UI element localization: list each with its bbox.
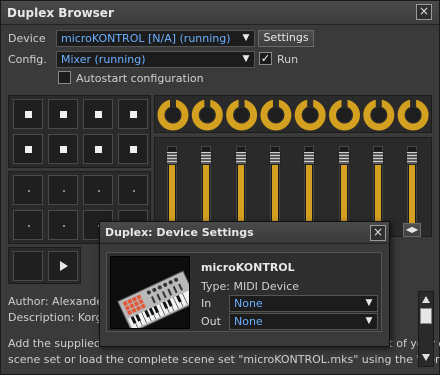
pad-grid-top: [8, 95, 151, 168]
fader[interactable]: [371, 146, 384, 230]
fader-handle[interactable]: [371, 151, 384, 165]
device-name: microKONTROL: [201, 261, 295, 274]
knob[interactable]: [157, 99, 189, 131]
fader[interactable]: [406, 146, 419, 230]
midi-in-value: None: [234, 297, 263, 310]
autostart-label: Autostart configuration: [76, 72, 204, 85]
device-select-value: microKONTROL [N/A] (running): [61, 32, 231, 45]
pad-button[interactable]: [13, 175, 43, 205]
knob[interactable]: [294, 99, 326, 131]
fader-handle[interactable]: [234, 151, 247, 165]
pad-button[interactable]: [48, 134, 78, 164]
play-button[interactable]: [48, 251, 78, 281]
midi-out-select[interactable]: None ▼: [229, 313, 378, 330]
fader-level: [203, 165, 210, 229]
midi-in-select[interactable]: None ▼: [229, 295, 378, 312]
midi-in-label: In: [201, 297, 212, 310]
play-icon: [60, 261, 68, 271]
nav-arrows-icon[interactable]: ◀▶: [403, 223, 421, 237]
dialog-title: Duplex: Device Settings: [105, 226, 254, 239]
window-title: Duplex Browser: [7, 6, 114, 20]
info-line-2: scene set or load the complete scene set…: [8, 353, 440, 366]
fader-handle[interactable]: [406, 151, 419, 165]
pad-button[interactable]: [118, 134, 148, 164]
scrollbar-thumb[interactable]: [420, 308, 432, 324]
device-select[interactable]: microKONTROL [N/A] (running) ▼: [56, 30, 255, 47]
pad-button[interactable]: [13, 210, 43, 240]
knob[interactable]: [191, 99, 223, 131]
fader-level: [306, 165, 313, 229]
device-type: Type: MIDI Device: [201, 280, 300, 293]
duplex-browser-window: Duplex Browser × Device microKONTROL [N/…: [0, 0, 440, 375]
run-label: Run: [277, 53, 299, 66]
chevron-down-icon: ▼: [365, 316, 373, 326]
knob[interactable]: [226, 99, 258, 131]
fader[interactable]: [303, 146, 316, 230]
fader-handle[interactable]: [200, 151, 213, 165]
pad-button[interactable]: [83, 134, 113, 164]
device-label: Device: [8, 32, 46, 45]
fader-level: [340, 165, 347, 229]
pad-button[interactable]: [13, 99, 43, 129]
chevron-down-icon: ▼: [242, 33, 250, 43]
pad-button[interactable]: [48, 99, 78, 129]
title-bar[interactable]: Duplex Browser ×: [1, 1, 439, 25]
fader-handle[interactable]: [337, 151, 350, 165]
close-icon[interactable]: ×: [370, 225, 386, 241]
fader-level: [237, 165, 244, 229]
knob[interactable]: [260, 99, 292, 131]
fader[interactable]: [268, 146, 281, 230]
chevron-down-icon: ▼: [365, 298, 373, 308]
scroll-up-icon: [422, 296, 430, 303]
pad-button[interactable]: [13, 134, 43, 164]
info-scrollbar[interactable]: [418, 291, 434, 367]
pad-button[interactable]: [83, 99, 113, 129]
fader-handle[interactable]: [268, 151, 281, 165]
close-icon[interactable]: ×: [416, 4, 432, 20]
run-checkbox[interactable]: ✓: [259, 52, 272, 65]
config-select-value: Mixer (running): [61, 53, 146, 66]
autostart-checkbox[interactable]: [58, 71, 71, 84]
knob[interactable]: [363, 99, 395, 131]
config-label: Config.: [8, 53, 47, 66]
config-select[interactable]: Mixer (running) ▼: [56, 51, 255, 68]
knob-row: [154, 95, 432, 133]
pad-button[interactable]: [118, 175, 148, 205]
stop-button[interactable]: [13, 251, 43, 281]
pad-button[interactable]: [48, 210, 78, 240]
knob-row-svg[interactable]: [155, 96, 433, 134]
fader[interactable]: [234, 146, 247, 230]
midi-out-label: Out: [201, 315, 221, 328]
fader[interactable]: [200, 146, 213, 230]
fader-handle[interactable]: [303, 151, 316, 165]
pad-button[interactable]: [48, 175, 78, 205]
knob[interactable]: [397, 99, 429, 131]
midi-out-value: None: [234, 315, 263, 328]
knob[interactable]: [329, 99, 360, 131]
fader-handle[interactable]: [166, 151, 178, 165]
fader[interactable]: [166, 146, 178, 230]
scroll-down-icon: [422, 354, 430, 361]
device-settings-dialog: Duplex: Device Settings × microKONTROL T…: [99, 221, 390, 347]
device-image: [110, 256, 190, 329]
chevron-down-icon: ▼: [242, 54, 250, 64]
fader-level: [169, 165, 175, 229]
fader[interactable]: [337, 146, 350, 230]
pad-button[interactable]: [118, 99, 148, 129]
device-info-box: microKONTROL Type: MIDI Device In None ▼…: [106, 252, 382, 332]
settings-button[interactable]: Settings: [258, 30, 314, 47]
author-text: Author: Alexander: [8, 295, 108, 308]
pad-button[interactable]: [83, 175, 113, 205]
fader-level: [409, 165, 416, 229]
fader-level: [374, 165, 381, 229]
fader-level: [271, 165, 278, 229]
transport-panel: [8, 247, 81, 284]
dialog-title-bar[interactable]: Duplex: Device Settings: [100, 222, 389, 244]
